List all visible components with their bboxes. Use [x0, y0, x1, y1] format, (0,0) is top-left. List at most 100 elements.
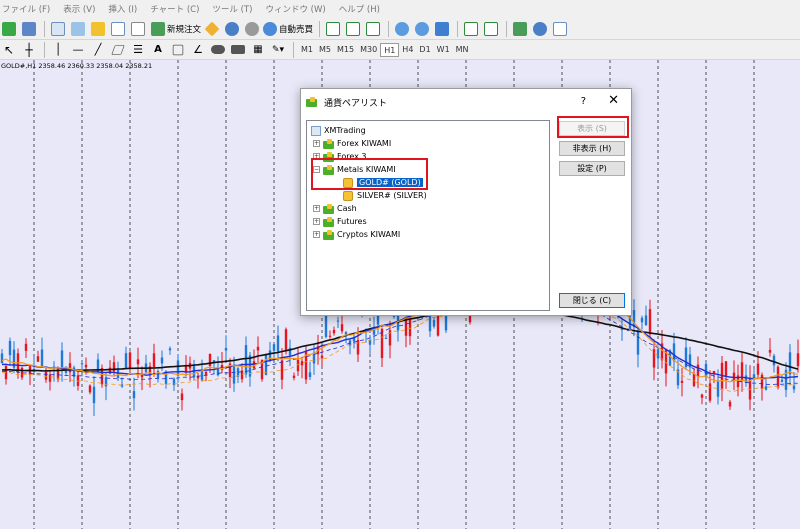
help-button[interactable]: ? — [581, 96, 586, 107]
metaeditor-button[interactable] — [203, 20, 221, 38]
tree-group-futures[interactable]: + Futures — [313, 215, 367, 228]
tree-group-forex-kiwami[interactable]: + Forex KIWAMI — [313, 137, 391, 150]
menu-chart[interactable]: チャート (C) — [150, 3, 199, 15]
candle-body — [132, 391, 136, 399]
candle-body — [128, 352, 132, 369]
menu-help[interactable]: ヘルプ (H) — [339, 3, 380, 15]
data-window-button[interactable] — [69, 20, 87, 38]
close-icon[interactable]: ✕ — [608, 94, 619, 108]
crosshair-button[interactable]: ┼ — [20, 41, 38, 59]
equidistant-channel-button[interactable] — [109, 41, 127, 59]
cursor-button[interactable]: ↖ — [0, 41, 18, 59]
new-order-button[interactable]: 新規注文 — [151, 20, 201, 38]
tree-group-label: Futures — [337, 217, 367, 226]
line-chart-button[interactable] — [364, 20, 382, 38]
crosshair-move-icon — [71, 21, 85, 36]
tree-group-cash[interactable]: + Cash — [313, 202, 357, 215]
timeframe-d1[interactable]: D1 — [416, 43, 433, 57]
candle-body — [772, 355, 776, 366]
autoscroll-button[interactable] — [462, 20, 480, 38]
candle-body — [40, 349, 44, 368]
trendline-button[interactable]: ╱ — [89, 41, 107, 59]
drawing-more-button[interactable]: ✎▾ — [269, 41, 287, 59]
strategy-tester-button[interactable] — [129, 20, 147, 38]
vertical-line-button[interactable]: │ — [49, 41, 67, 59]
candle-body — [60, 350, 64, 369]
template-icon — [553, 21, 568, 36]
timeframe-h1[interactable]: H1 — [380, 42, 400, 57]
timeframe-m15[interactable]: M15 — [334, 43, 357, 57]
folder-icon — [323, 216, 334, 227]
close-button[interactable]: 閉じる (C) — [559, 293, 625, 308]
tile-windows-button[interactable] — [433, 20, 451, 38]
text-button[interactable]: A — [149, 41, 167, 59]
candle-body — [728, 401, 732, 407]
expand-icon[interactable]: + — [313, 218, 320, 225]
symbol-tree[interactable]: XMTrading + Forex KIWAMI + Forex 3 − Met… — [306, 120, 550, 311]
timeframe-m5[interactable]: M5 — [316, 43, 334, 57]
auto-trading-button[interactable]: 自動売買 — [263, 20, 313, 38]
folder-icon — [323, 203, 334, 214]
server-icon — [311, 125, 321, 136]
timeframe-w1[interactable]: W1 — [434, 43, 453, 57]
ellipse-button[interactable] — [209, 41, 227, 59]
indicators-button[interactable] — [511, 20, 529, 38]
text-label-button[interactable] — [169, 41, 187, 59]
market-watch-button[interactable] — [49, 20, 67, 38]
experts-button[interactable] — [223, 20, 241, 38]
clock-icon — [533, 21, 548, 36]
tree-item-silver[interactable]: SILVER# (SILVER) — [343, 189, 427, 202]
signal-icon — [245, 21, 260, 36]
timeframe-m30[interactable]: M30 — [357, 43, 380, 57]
signals-button[interactable] — [243, 20, 261, 38]
diamond-icon — [204, 21, 220, 36]
candle-body — [8, 340, 12, 356]
rectangle-button[interactable] — [229, 41, 247, 59]
settings-button[interactable]: 設定 (P) — [559, 161, 625, 176]
arrow-button[interactable]: ∠ — [189, 41, 207, 59]
tile-icon — [435, 21, 450, 36]
candle-body — [136, 359, 140, 365]
profiles-icon — [22, 21, 36, 36]
tree-root[interactable]: XMTrading — [311, 124, 366, 137]
candle-body — [280, 360, 284, 380]
toolbar-separator — [44, 41, 45, 58]
fibonacci-button[interactable]: ☰ — [129, 41, 147, 59]
expand-icon[interactable]: + — [313, 140, 320, 147]
expand-icon[interactable]: + — [313, 231, 320, 238]
gann-button[interactable]: ▦ — [249, 41, 267, 59]
toolbar-separator — [319, 20, 321, 37]
hide-button[interactable]: 非表示 (H) — [559, 141, 625, 156]
bar-chart-button[interactable] — [324, 20, 342, 38]
menu-tools[interactable]: ツール (T) — [212, 3, 252, 15]
candle-body — [168, 348, 172, 351]
periods-button[interactable] — [531, 20, 549, 38]
expand-icon[interactable]: + — [313, 205, 320, 212]
timeframe-mn[interactable]: MN — [453, 43, 472, 57]
zoom-in-button[interactable] — [393, 20, 411, 38]
menu-view[interactable]: 表示 (V) — [63, 3, 95, 15]
chart-shift-button[interactable] — [482, 20, 500, 38]
tree-group-cryptos-kiwami[interactable]: + Cryptos KIWAMI — [313, 228, 400, 241]
symbols-dialog-icon — [306, 97, 317, 107]
candlestick-button[interactable] — [344, 20, 362, 38]
menu-file[interactable]: ファイル (F) — [2, 3, 50, 15]
indicators-icon — [513, 21, 528, 36]
templates-button[interactable] — [551, 20, 569, 38]
menu-insert[interactable]: 挿入 (I) — [108, 3, 137, 15]
candle-body — [208, 353, 212, 367]
new-chart-button[interactable] — [0, 20, 18, 38]
chart-symbol-info: GOLD#,H1 2358.46 2360.33 2358.04 2358.21 — [1, 62, 153, 70]
timeframe-m1[interactable]: M1 — [298, 43, 316, 57]
candle-body — [204, 371, 208, 375]
terminal-button[interactable] — [109, 20, 127, 38]
zoom-out-button[interactable] — [413, 20, 431, 38]
candle-body — [644, 315, 648, 326]
horizontal-line-button[interactable]: — — [69, 41, 87, 59]
menu-window[interactable]: ウィンドウ (W) — [265, 3, 325, 15]
profiles-button[interactable] — [20, 20, 38, 38]
toolbar-separator — [293, 41, 294, 58]
navigator-button[interactable] — [89, 20, 107, 38]
folder-icon — [323, 229, 334, 240]
timeframe-h4[interactable]: H4 — [399, 43, 416, 57]
